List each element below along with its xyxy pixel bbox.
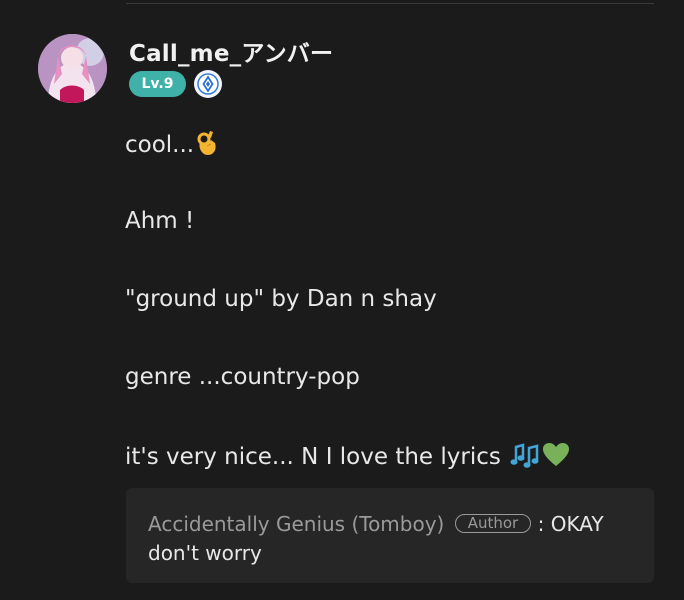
comment-line-3: "ground up" by Dan n shay — [125, 286, 437, 312]
comment-line-2: Ahm ! — [125, 208, 195, 234]
username[interactable]: Call_me_アンバー — [129, 34, 333, 68]
comment-line-1-text: cool... — [125, 132, 195, 158]
comment-line-4: genre ...country-pop — [125, 364, 360, 390]
reply-text-block: Accidentally Genius (Tomboy) Author : OK… — [148, 510, 638, 568]
comment-line-5-text: it's very nice... N I love the lyrics — [125, 444, 501, 470]
musical-notes-emoji — [510, 442, 540, 474]
green-heart-emoji — [542, 442, 570, 474]
avatar-image — [38, 34, 107, 103]
ok-hand-emoji — [196, 130, 218, 162]
avatar[interactable] — [38, 34, 107, 103]
level-badge: Lv.9 — [129, 71, 186, 97]
reply-separator: : — [537, 512, 545, 536]
comment-line-5: it's very nice... N I love the lyrics — [125, 442, 570, 474]
reply-author-name[interactable]: Accidentally Genius (Tomboy) — [148, 512, 444, 536]
author-tag: Author — [454, 514, 532, 533]
comment-line-1: cool... — [125, 130, 218, 162]
top-divider — [126, 3, 654, 4]
reply-preview[interactable]: Accidentally Genius (Tomboy) Author : OK… — [126, 488, 654, 583]
diamond-badge-icon — [194, 70, 222, 98]
